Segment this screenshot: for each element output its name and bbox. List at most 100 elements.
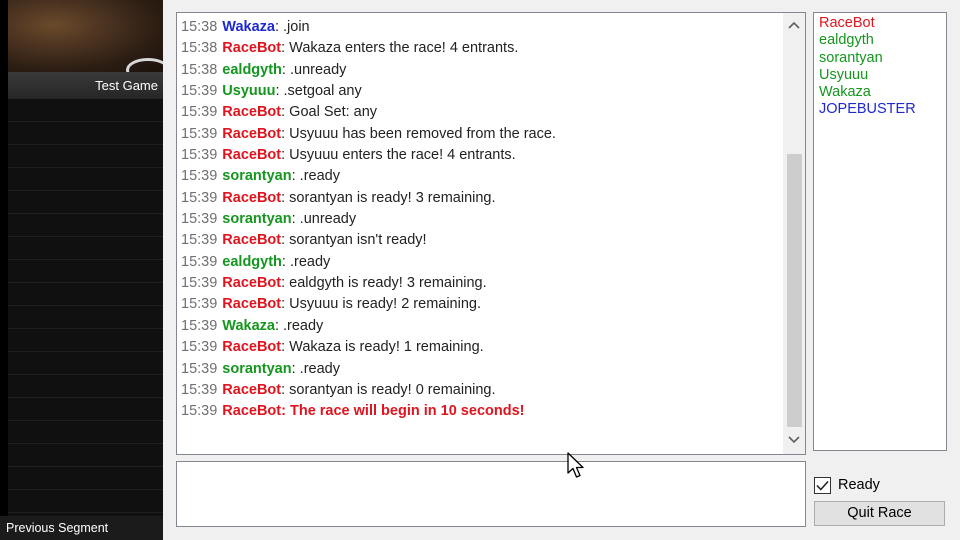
segment-row [8,329,163,352]
chat-message: 15:39 sorantyan: .unready [181,209,781,230]
chat-message: 15:38 Wakaza: .join [181,17,781,38]
chat-message: 15:39 RaceBot: Usyuuu enters the race! 4 … [181,145,781,166]
ready-checkbox-box[interactable] [814,476,831,494]
segment-row [8,214,163,237]
message-text: : .join [274,19,310,35]
message-text: : .ready [291,360,340,377]
message-text: : Usyuuu is ready! 2 remaining. [281,296,481,313]
segment-row [8,352,163,375]
message-nick: RaceBot [222,147,282,164]
chat-message: 15:39 RaceBot: sorantyan is ready! 3 rema… [181,188,781,209]
chat-message: 15:39 Wakaza: .ready [181,316,781,337]
message-timestamp: 15:39 [181,317,218,334]
message-nick: RaceBot [222,125,282,142]
message-text: : .ready [281,253,331,270]
splits-panel: Test Game Previous Segment [0,0,163,540]
message-text: : .ready [291,168,340,185]
chat-log[interactable]: 15:38 Wakaza: .join 15:38 RaceBot: Wakaza e… [176,12,806,455]
message-text: : Wakaza enters the race! 4 entrants. [281,40,519,57]
message-text: : ealdgyth is ready! 3 remaining. [281,275,487,292]
message-text: : Usyuuu has been removed from the race. [281,125,556,142]
chat-scrollbar[interactable] [783,13,805,454]
game-icon-detail [126,58,163,72]
user-list-item[interactable]: Wakaza [819,84,941,101]
message-timestamp: 15:39 [181,104,218,121]
user-list-item[interactable]: sorantyan [819,50,941,67]
message-nick: Usyuuu [222,83,276,100]
segment-row [8,375,163,398]
quit-race-button[interactable]: Quit Race [814,501,945,526]
user-list-item[interactable]: JOPEBUSTER [819,101,941,118]
chat-message: 15:39 Usyuuu: .setgoal any [181,81,781,102]
user-list-item[interactable]: RaceBot [819,15,941,32]
message-timestamp: 15:38 [181,19,218,35]
message-text: : .ready [274,317,324,334]
message-nick: RaceBot [222,403,282,420]
previous-segment-bar: Previous Segment [0,516,163,540]
segment-row [8,122,163,145]
segment-row [8,467,163,490]
user-list-item[interactable]: ealdgyth [819,32,941,49]
message-nick: RaceBot [222,232,282,249]
message-nick: Wakaza [222,19,275,35]
message-timestamp: 15:39 [181,253,218,270]
message-text: : sorantyan is ready! 0 remaining. [281,381,496,398]
segment-row [8,168,163,191]
ready-checkbox[interactable]: Ready [814,475,880,495]
message-nick: ealdgyth [222,253,282,270]
message-nick: Wakaza [222,317,275,334]
message-list: 15:38 Wakaza: .join 15:38 RaceBot: Wakaza e… [181,17,781,423]
message-timestamp: 15:39 [181,275,218,292]
chat-message: 15:39 RaceBot: Wakaza is ready! 1 remaini… [181,337,781,358]
message-text: : Usyuuu enters the race! 4 entrants. [281,147,516,164]
chat-message: 15:39 sorantyan: .ready [181,359,781,380]
segment-row [8,237,163,260]
checkmark-icon [816,480,829,491]
message-timestamp: 15:39 [181,189,218,206]
message-nick: RaceBot [222,339,282,356]
message-nick: RaceBot [222,189,282,206]
chat-message: 15:39 RaceBot: sorantyan is ready! 0 rema… [181,380,781,401]
message-timestamp: 15:39 [181,232,218,249]
message-timestamp: 15:39 [181,83,218,100]
chat-message: 15:39 RaceBot: sorantyan isn't ready! [181,230,781,251]
user-list[interactable]: RaceBot ealdgyth sorantyan Usyuuu Wakaza JOPE… [813,12,947,451]
segment-row [8,398,163,421]
message-timestamp: 15:39 [181,403,218,420]
message-timestamp: 15:38 [181,61,218,78]
chat-message: 15:39 RaceBot: The race will begin in 10 … [181,401,781,422]
message-nick: RaceBot [222,40,282,57]
message-text: : .setgoal any [275,83,362,100]
message-nick: sorantyan [222,211,292,228]
message-timestamp: 15:39 [181,296,218,313]
message-timestamp: 15:39 [181,381,218,398]
segment-row [8,191,163,214]
segment-row [8,260,163,283]
message-nick: RaceBot [222,296,282,313]
chat-message: 15:39 RaceBot: Goal Set: any [181,102,781,123]
game-title: Test Game [95,78,158,93]
message-nick: sorantyan [222,360,292,377]
message-timestamp: 15:38 [181,40,218,57]
chat-message: 15:39 ealdgyth: .ready [181,252,781,273]
user-list-item[interactable]: Usyuuu [819,67,941,84]
message-nick: RaceBot [222,104,282,121]
message-timestamp: 15:39 [181,147,218,164]
segment-list [8,99,163,536]
chat-message: 15:39 RaceBot: Usyuuu is ready! 2 remaini… [181,294,781,315]
race-window: Test Game Previous Segment 15:38 Wakaza: … [0,0,960,540]
ready-label: Ready [838,477,880,493]
message-nick: ealdgyth [222,61,282,78]
chat-message: 15:38 RaceBot: Wakaza enters the race! 4 … [181,38,781,59]
mouse-pointer-icon [567,452,584,478]
segment-row [8,306,163,329]
chat-input[interactable] [176,461,806,527]
previous-segment-label: Previous Segment [6,521,109,535]
segment-row [8,444,163,467]
message-text: : The race will begin in 10 seconds! [281,403,525,420]
scroll-thumb[interactable] [787,154,802,427]
message-timestamp: 15:39 [181,339,218,356]
chevron-up-icon[interactable] [783,13,805,39]
chevron-down-icon[interactable] [783,428,805,454]
chat-message: 15:38 ealdgyth: .unready [181,60,781,81]
